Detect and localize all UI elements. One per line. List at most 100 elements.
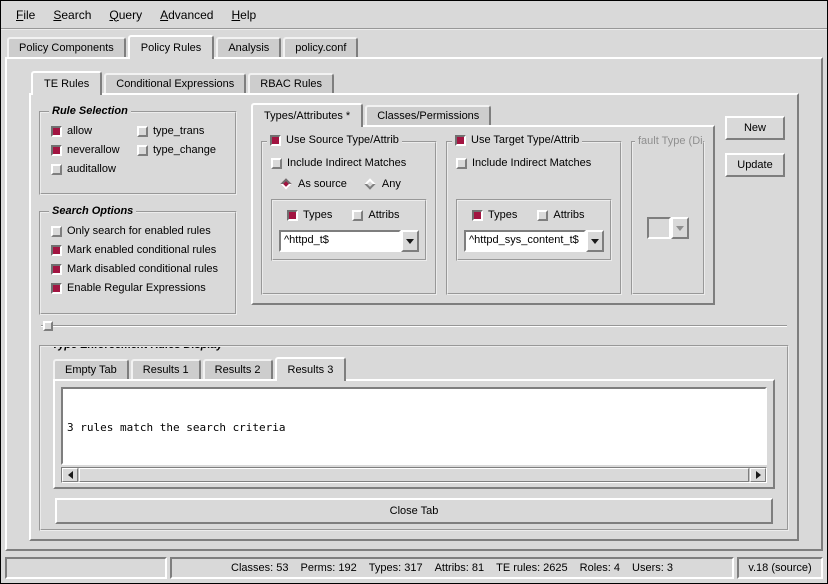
search-options-title: Search Options: [49, 205, 136, 217]
checkbox-label: neverallow: [67, 144, 120, 156]
tab-results-2[interactable]: Results 2: [203, 359, 273, 379]
menu-file[interactable]: File: [7, 3, 44, 27]
rule-tab-bar: TE Rules Conditional Expressions RBAC Ru…: [31, 71, 799, 93]
use-source-type-checkbox[interactable]: Use Source Type/Attrib: [267, 134, 402, 146]
sash-handle[interactable]: [43, 321, 53, 331]
menu-help[interactable]: Help: [222, 3, 265, 27]
tab-policy-conf[interactable]: policy.conf: [283, 37, 358, 57]
tab-results-1[interactable]: Results 1: [131, 359, 201, 379]
tab-empty[interactable]: Empty Tab: [53, 359, 129, 379]
status-attribs: Attribs: 81: [435, 562, 485, 574]
types-attributes-page: Use Source Type/Attrib Include Indirect …: [251, 125, 715, 305]
checkbox-label: Use Source Type/Attrib: [286, 134, 399, 146]
new-button[interactable]: New: [725, 116, 785, 140]
source-include-indirect-checkbox[interactable]: Include Indirect Matches: [271, 157, 427, 169]
types-attributes-tab-bar: Types/Attributes * Classes/Permissions: [251, 103, 715, 125]
source-type-combo: ^httpd_t$: [279, 230, 419, 252]
source-types-frame: Types Attribs ^httpd_t$: [271, 199, 427, 261]
checkbox-indicator: [270, 135, 281, 146]
tab-te-rules[interactable]: TE Rules: [31, 71, 102, 95]
main-tab-bar: Policy Components Policy Rules Analysis …: [7, 35, 827, 57]
checkbox-indicator: [537, 210, 548, 221]
target-include-indirect-checkbox[interactable]: Include Indirect Matches: [456, 157, 612, 169]
tab-conditional-expressions[interactable]: Conditional Expressions: [104, 73, 246, 93]
apol-window: File Search Query Advanced Help Policy C…: [0, 0, 828, 584]
status-perms: Perms: 192: [301, 562, 357, 574]
use-target-type-checkbox[interactable]: Use Target Type/Attrib: [452, 134, 582, 146]
checkbox-type-trans[interactable]: type_trans: [137, 125, 216, 137]
source-combo-dropdown-button[interactable]: [401, 230, 419, 252]
results-hscrollbar[interactable]: [61, 467, 767, 483]
target-type-combo-entry[interactable]: ^httpd_sys_content_t$: [464, 230, 586, 252]
te-rules-page: Rule Selection allow neverallow: [29, 93, 799, 541]
as-source-radio[interactable]: As source: [279, 178, 347, 190]
checkbox-mark-disabled-conditional[interactable]: Mark disabled conditional rules: [51, 263, 231, 275]
checkbox-label: Only search for enabled rules: [67, 225, 211, 237]
target-attribs-checkbox[interactable]: Attribs: [537, 209, 584, 221]
target-combo-dropdown-button[interactable]: [586, 230, 604, 252]
checkbox-indicator: [472, 210, 483, 221]
source-attribs-checkbox[interactable]: Attribs: [352, 209, 399, 221]
checkbox-mark-enabled-conditional[interactable]: Mark enabled conditional rules: [51, 244, 231, 256]
tab-rbac-rules[interactable]: RBAC Rules: [248, 73, 334, 93]
default-type-dropdown-button: [671, 217, 689, 239]
tab-policy-components[interactable]: Policy Components: [7, 37, 126, 57]
status-types: Types: 317: [369, 562, 423, 574]
status-stats-segment: Classes: 53 Perms: 192 Types: 317 Attrib…: [170, 557, 734, 579]
policy-rules-page: TE Rules Conditional Expressions RBAC Ru…: [5, 57, 823, 551]
checkbox-indicator: [137, 126, 148, 137]
checkbox-only-enabled-rules[interactable]: Only search for enabled rules: [51, 225, 231, 237]
checkbox-allow[interactable]: allow: [51, 125, 137, 137]
results-text-area[interactable]: 3 rules match the search criteria (5822)…: [61, 387, 767, 465]
checkbox-label: Enable Regular Expressions: [67, 282, 206, 294]
menu-query[interactable]: Query: [100, 3, 151, 27]
checkbox-label: Mark enabled conditional rules: [67, 244, 216, 256]
arrow-right-icon: [756, 471, 761, 479]
status-version-segment: v.18 (source): [737, 557, 823, 579]
scrollbar-thumb[interactable]: [79, 468, 749, 482]
checkbox-label: Attribs: [553, 209, 584, 221]
tab-classes-permissions[interactable]: Classes/Permissions: [365, 105, 491, 125]
checkbox-indicator: [271, 158, 282, 169]
target-types-checkbox[interactable]: Types: [472, 209, 517, 221]
source-type-combo-entry[interactable]: ^httpd_t$: [279, 230, 401, 252]
checkbox-indicator: [51, 126, 62, 137]
target-type-combo: ^httpd_sys_content_t$: [464, 230, 604, 252]
checkbox-enable-regex[interactable]: Enable Regular Expressions: [51, 282, 231, 294]
tab-results-3[interactable]: Results 3: [275, 357, 347, 381]
chevron-down-icon: [676, 226, 684, 231]
status-roles: Roles: 4: [580, 562, 620, 574]
checkbox-type-change[interactable]: type_change: [137, 144, 216, 156]
checkbox-label: allow: [67, 125, 92, 137]
checkbox-label: Include Indirect Matches: [472, 157, 591, 169]
menu-search[interactable]: Search: [44, 3, 100, 27]
source-types-checkbox[interactable]: Types: [287, 209, 332, 221]
checkbox-auditallow[interactable]: auditallow: [51, 163, 137, 175]
radio-indicator: [280, 178, 291, 189]
scroll-right-button[interactable]: [750, 468, 766, 482]
checkbox-label: Types: [488, 209, 517, 221]
close-tab-button[interactable]: Close Tab: [55, 498, 773, 524]
checkbox-neverallow[interactable]: neverallow: [51, 144, 137, 156]
tab-analysis[interactable]: Analysis: [216, 37, 281, 57]
update-button[interactable]: Update: [725, 153, 785, 177]
checkbox-indicator: [51, 226, 62, 237]
checkbox-indicator: [456, 158, 467, 169]
results-summary: 3 rules match the search criteria: [67, 420, 761, 435]
scroll-left-button[interactable]: [62, 468, 78, 482]
paned-window-sash: [39, 321, 789, 333]
checkbox-indicator: [51, 283, 62, 294]
te-rules-display-group: Type Enforcement Rules Display Empty Tab…: [39, 345, 789, 531]
statusbar: Classes: 53 Perms: 192 Types: 317 Attrib…: [5, 557, 823, 579]
status-version: v.18 (source): [748, 562, 811, 574]
status-te-rules: TE rules: 2625: [496, 562, 568, 574]
any-radio[interactable]: Any: [363, 178, 401, 190]
tab-types-attributes[interactable]: Types/Attributes *: [251, 103, 363, 127]
results-page: 3 rules match the search criteria (5822)…: [53, 379, 775, 489]
menu-advanced[interactable]: Advanced: [151, 3, 222, 27]
rule-selection-group: Rule Selection allow neverallow: [39, 111, 237, 195]
use-source-type-group: Use Source Type/Attrib Include Indirect …: [261, 141, 437, 295]
checkbox-label: Use Target Type/Attrib: [471, 134, 579, 146]
checkbox-label: type_change: [153, 144, 216, 156]
tab-policy-rules[interactable]: Policy Rules: [128, 35, 215, 59]
